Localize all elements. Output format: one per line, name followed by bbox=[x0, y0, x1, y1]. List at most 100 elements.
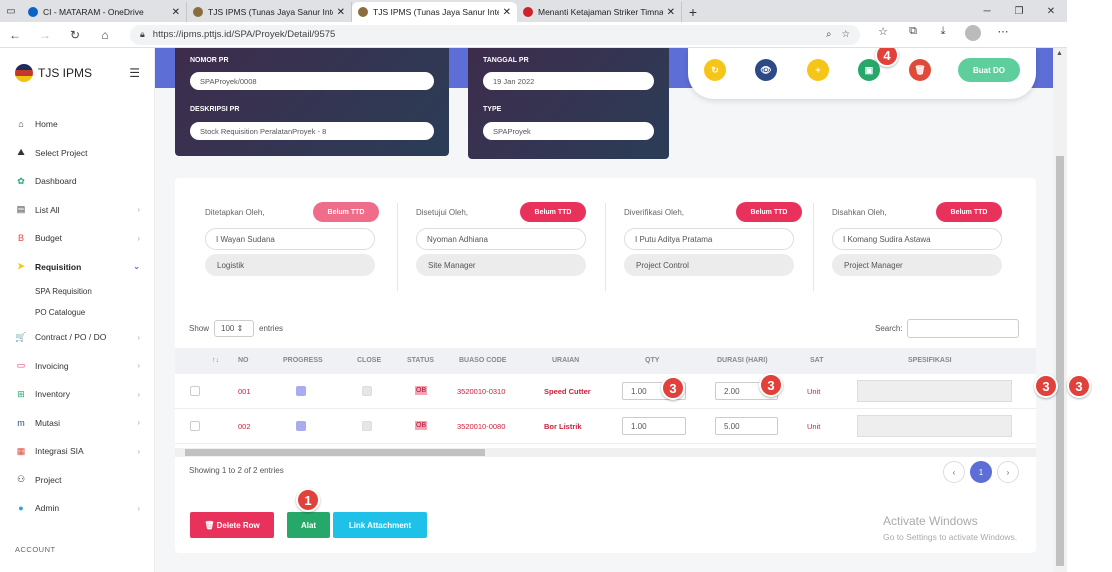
approver-name-field[interactable]: I Putu Aditya Pratama bbox=[624, 228, 794, 250]
prev-page-button[interactable]: ‹ bbox=[943, 461, 965, 483]
chevron-icon: › bbox=[137, 233, 140, 243]
qty-input[interactable]: 1.00 bbox=[622, 417, 686, 435]
sort-icon[interactable]: ↑↓ bbox=[212, 357, 219, 364]
sidebar-item-mutasi[interactable]: m Mutasi › bbox=[0, 409, 154, 438]
row-select-checkbox[interactable] bbox=[190, 386, 200, 396]
page-scrollbar[interactable]: ▲ bbox=[1053, 48, 1067, 572]
close-icon[interactable]: ✕ bbox=[503, 7, 511, 18]
alat-button[interactable]: Alat bbox=[287, 512, 330, 538]
sidebar-item-select-project[interactable]: ⛰ Select Project bbox=[0, 139, 154, 168]
forward-icon[interactable]: → bbox=[30, 28, 60, 42]
col-progress[interactable]: PROGRESS bbox=[283, 357, 323, 364]
browser-tab-3[interactable]: TJS IPMS (Tunas Jaya Sanur Integ ✕ bbox=[352, 2, 517, 22]
approver-name-field[interactable]: I Komang Sudira Astawa bbox=[832, 228, 1002, 250]
sidebar-item-budget[interactable]: B Budget › bbox=[0, 224, 154, 253]
delete-button[interactable]: 🗑︎ bbox=[909, 59, 931, 81]
submenu-item-po-catalogue[interactable]: PO Catalogue bbox=[0, 302, 154, 323]
sidebar-item-requisition[interactable]: ➤ Requisition ⌄ bbox=[0, 253, 154, 282]
close-checkbox[interactable] bbox=[362, 386, 372, 396]
window-menu-icon[interactable]: ▭ bbox=[0, 0, 22, 22]
spesifikasi-textarea[interactable] bbox=[857, 380, 1012, 402]
col-spesifikasi[interactable]: SPESIFIKASI bbox=[908, 357, 952, 364]
type-field[interactable]: SPAProyek bbox=[483, 122, 654, 140]
close-icon[interactable]: ✕ bbox=[667, 7, 675, 18]
col-close[interactable]: CLOSE bbox=[357, 357, 381, 364]
zoom-icon[interactable]: ⌕ bbox=[826, 29, 831, 40]
close-window-icon[interactable]: ✕ bbox=[1035, 0, 1067, 22]
sidebar-item-integrasi-sia[interactable]: ▦ Integrasi SIA › bbox=[0, 437, 154, 466]
tanggal-pr-field[interactable]: 19 Jan 2022 bbox=[483, 72, 654, 90]
buat-do-button[interactable]: Buat DO bbox=[958, 58, 1020, 82]
search-input[interactable] bbox=[906, 319, 1019, 338]
col-sat[interactable]: SAT bbox=[810, 357, 823, 364]
scroll-thumb[interactable] bbox=[185, 449, 485, 456]
browser-tab-4[interactable]: Menanti Ketajaman Striker Timna ✕ bbox=[517, 2, 682, 22]
budget-icon: B bbox=[17, 233, 24, 244]
sat: Unit bbox=[807, 387, 821, 396]
sidebar-item-project[interactable]: ⚇ Project bbox=[0, 466, 154, 495]
next-page-button[interactable]: › bbox=[997, 461, 1019, 483]
horizontal-scrollbar[interactable] bbox=[175, 448, 1036, 457]
delete-row-button[interactable]: 🗑︎ Delete Row bbox=[190, 512, 274, 538]
sidebar-item-admin[interactable]: ● Admin › bbox=[0, 494, 154, 523]
sidebar-item-list-all[interactable]: ▤ List All › bbox=[0, 196, 154, 225]
page-scroll-thumb[interactable] bbox=[1056, 156, 1064, 566]
col-uraian[interactable]: URAIAN bbox=[552, 357, 579, 364]
entries-select[interactable]: 100 ⇕ bbox=[214, 320, 255, 337]
close-icon[interactable]: ✕ bbox=[337, 7, 345, 18]
progress-checkbox[interactable] bbox=[296, 386, 306, 396]
sidebar-item-inventory[interactable]: ⊞ Inventory › bbox=[0, 380, 154, 409]
progress-checkbox[interactable] bbox=[296, 421, 306, 431]
durasi-input[interactable]: 5.00 bbox=[715, 417, 778, 435]
favorite-add-icon[interactable]: ☆ bbox=[841, 29, 850, 40]
page-1-button[interactable]: 1 bbox=[970, 461, 992, 483]
items-table: ↑↓ NO PROGRESS CLOSE STATUS BUASO CODE U… bbox=[175, 348, 1036, 444]
ttd-status-badge[interactable]: Belum TTD bbox=[936, 202, 1002, 222]
sidebar-item-label: Admin bbox=[35, 503, 60, 514]
view-button[interactable]: 👁︎ bbox=[755, 59, 777, 81]
restore-icon[interactable]: ❐ bbox=[1003, 0, 1035, 22]
ttd-status-badge[interactable]: Belum TTD bbox=[520, 202, 586, 222]
close-icon[interactable]: ✕ bbox=[172, 7, 180, 18]
road-icon: ⛰ bbox=[17, 147, 25, 158]
close-checkbox[interactable] bbox=[362, 421, 372, 431]
spesifikasi-textarea[interactable] bbox=[857, 415, 1012, 437]
col-status[interactable]: STATUS bbox=[407, 357, 434, 364]
col-buaso-code[interactable]: BUASO CODE bbox=[459, 357, 506, 364]
browser-tab-1[interactable]: CI - MATARAM - OneDrive ✕ bbox=[22, 2, 187, 22]
more-icon[interactable]: ⋯ bbox=[988, 25, 1018, 44]
search: Search: bbox=[875, 319, 1019, 338]
hamburger-icon[interactable]: ☰ bbox=[129, 66, 140, 80]
add-button[interactable]: + bbox=[807, 59, 829, 81]
col-qty[interactable]: QTY bbox=[645, 357, 659, 364]
link-attachment-button[interactable]: Link Attachment bbox=[333, 512, 427, 538]
browser-tab-2[interactable]: TJS IPMS (Tunas Jaya Sanur Integ ✕ bbox=[187, 2, 352, 22]
approver-name-field[interactable]: Nyoman Adhiana bbox=[416, 228, 586, 250]
row-select-checkbox[interactable] bbox=[190, 421, 200, 431]
back-icon[interactable]: ← bbox=[0, 28, 30, 42]
refresh-button[interactable]: ↻ bbox=[704, 59, 726, 81]
col-no[interactable]: NO bbox=[238, 357, 249, 364]
submenu-item-spa-requisition[interactable]: SPA Requisition bbox=[0, 281, 154, 302]
ttd-status-badge[interactable]: Belum TTD bbox=[313, 202, 379, 222]
sidebar-item-dashboard[interactable]: ✿ Dashboard bbox=[0, 167, 154, 196]
sidebar-item-home[interactable]: ⌂ Home bbox=[0, 110, 154, 139]
lock-icon[interactable]: 🔒︎ bbox=[140, 29, 145, 40]
favorites-icon[interactable]: ☆ bbox=[868, 25, 898, 44]
url-field[interactable]: 🔒︎ https://ipms.pttjs.id/SPA/Proyek/Deta… bbox=[130, 24, 860, 45]
approver-name-field[interactable]: I Wayan Sudana bbox=[205, 228, 375, 250]
new-tab-button[interactable]: + bbox=[682, 2, 704, 22]
home-icon[interactable]: ⌂ bbox=[90, 28, 120, 42]
downloads-icon[interactable]: ⤓ bbox=[928, 25, 958, 44]
deskripsi-pr-field[interactable]: Stock Requisition PeralatanProyek - 8 bbox=[190, 122, 434, 140]
nomor-pr-field[interactable]: SPAProyek/0008 bbox=[190, 72, 434, 90]
sidebar-item-invoicing[interactable]: ▭ Invoicing › bbox=[0, 352, 154, 381]
col-durasi[interactable]: DURASI (HARI) bbox=[717, 357, 768, 364]
sidebar-item-contract-po-do[interactable]: 🛒 Contract / PO / DO › bbox=[0, 323, 154, 352]
collections-icon[interactable]: ⧉ bbox=[898, 25, 928, 44]
ttd-status-badge[interactable]: Belum TTD bbox=[736, 202, 802, 222]
scroll-up-icon[interactable]: ▲ bbox=[1056, 50, 1063, 57]
minimize-icon[interactable]: ─ bbox=[971, 0, 1003, 22]
profile-icon[interactable] bbox=[958, 25, 988, 44]
refresh-icon[interactable]: ↻ bbox=[60, 28, 90, 42]
